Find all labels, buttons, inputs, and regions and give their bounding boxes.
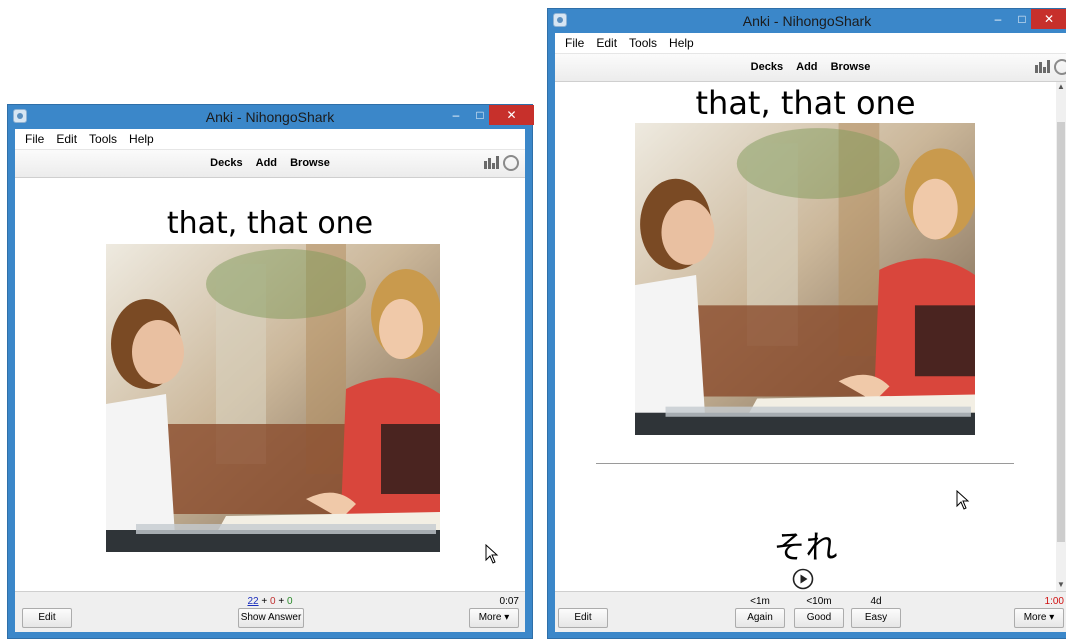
review-bottom-bar: 22 + 0 + 0 0:07 Edit Show Answer More ▾: [15, 591, 525, 632]
card-view: that, that one: [555, 82, 1066, 592]
stats-icon[interactable]: [484, 155, 499, 169]
toolbar-add-link[interactable]: Add: [796, 61, 817, 73]
counts-separator: +: [278, 596, 285, 607]
mouse-cursor-icon: [956, 490, 970, 510]
edit-button[interactable]: Edit: [22, 608, 72, 628]
more-button[interactable]: More ▾: [1014, 608, 1064, 628]
menu-file[interactable]: File: [559, 36, 590, 50]
anki-window-left: Anki - NihongoShark – □ ✕ File Edit Tool…: [7, 104, 534, 639]
interval-easy: 4d: [870, 596, 882, 607]
anki-window-right: Anki - NihongoShark – □ ✕ File Edit Tool…: [547, 8, 1066, 639]
mouse-cursor-icon: [485, 544, 499, 564]
interval-good: <10m: [806, 596, 832, 607]
sync-icon[interactable]: [503, 155, 519, 171]
menu-edit[interactable]: Edit: [590, 36, 623, 50]
close-icon[interactable]: ✕: [1031, 9, 1066, 29]
main-toolbar: Decks Add Browse: [15, 150, 525, 178]
stats-icon[interactable]: [1035, 59, 1050, 73]
card-image: [635, 123, 975, 435]
review-bottom-bar: <1m <10m 4d 1:00 Edit Again Good Easy Mo…: [555, 591, 1066, 632]
answer-timer: 0:07: [499, 596, 519, 607]
vertical-scrollbar[interactable]: ▲ ▼: [1056, 82, 1066, 592]
again-button[interactable]: Again: [735, 608, 785, 628]
card-image: [106, 244, 440, 552]
scroll-up-arrow[interactable]: ▲: [1056, 82, 1066, 94]
menu-tools[interactable]: Tools: [623, 36, 663, 50]
learn-count: 0: [270, 596, 276, 607]
minimize-icon[interactable]: –: [443, 105, 469, 125]
good-button[interactable]: Good: [794, 608, 844, 628]
show-answer-button[interactable]: Show Answer: [238, 608, 304, 628]
answer-timer: 1:00: [1044, 596, 1064, 607]
title-bar[interactable]: Anki - NihongoShark – □ ✕: [548, 9, 1066, 33]
menu-file[interactable]: File: [19, 132, 50, 146]
scrollbar-thumb[interactable]: [1057, 122, 1065, 542]
new-count: 22: [247, 596, 259, 607]
toolbar-browse-link[interactable]: Browse: [290, 157, 330, 169]
question-text: that, that one: [695, 84, 916, 122]
question-text: that, that one: [166, 206, 374, 241]
sync-icon[interactable]: [1054, 59, 1066, 75]
due-counts: 22 + 0 + 0: [15, 596, 525, 607]
easy-button[interactable]: Easy: [851, 608, 901, 628]
menu-help[interactable]: Help: [663, 36, 700, 50]
review-count: 0: [286, 596, 293, 607]
play-audio-icon[interactable]: [792, 568, 814, 590]
toolbar-decks-link[interactable]: Decks: [210, 157, 242, 169]
menu-edit[interactable]: Edit: [50, 132, 83, 146]
window-client: File Edit Tools Help Decks Add Browse th…: [15, 129, 525, 632]
menu-tools[interactable]: Tools: [83, 132, 123, 146]
main-toolbar: Decks Add Browse: [555, 54, 1066, 82]
answer-divider: [596, 463, 1014, 464]
title-bar[interactable]: Anki - NihongoShark – □ ✕: [8, 105, 534, 129]
counts-separator: +: [261, 596, 268, 607]
minimize-icon[interactable]: –: [985, 9, 1011, 29]
more-button[interactable]: More ▾: [469, 608, 519, 628]
menu-bar: File Edit Tools Help: [555, 33, 1066, 54]
close-icon[interactable]: ✕: [489, 105, 534, 125]
window-client: File Edit Tools Help Decks Add Browse th…: [555, 33, 1066, 632]
menu-help[interactable]: Help: [123, 132, 160, 146]
menu-bar: File Edit Tools Help: [15, 129, 525, 150]
answer-text: それ: [773, 528, 838, 566]
toolbar-browse-link[interactable]: Browse: [831, 61, 871, 73]
edit-button[interactable]: Edit: [558, 608, 608, 628]
interval-again: <1m: [750, 596, 770, 607]
card-view: that, that one: [15, 178, 525, 592]
toolbar-add-link[interactable]: Add: [256, 157, 277, 169]
toolbar-decks-link[interactable]: Decks: [751, 61, 783, 73]
